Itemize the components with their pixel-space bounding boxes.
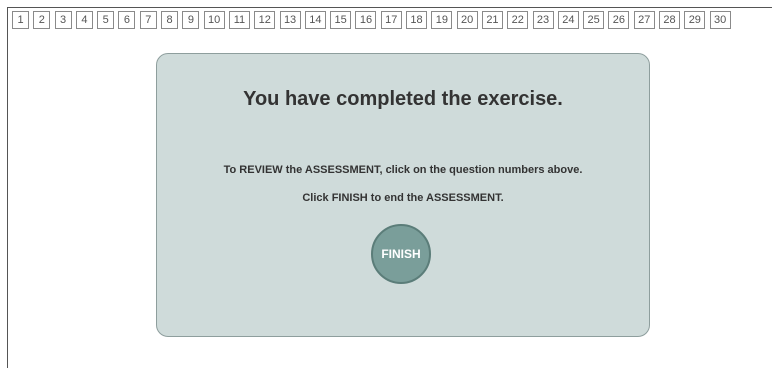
question-number-button[interactable]: 23 <box>532 11 554 29</box>
question-number-button[interactable]: 1 <box>12 11 29 29</box>
question-number-button[interactable]: 8 <box>161 11 179 29</box>
question-navigation: 1 2 3 4 5 6 7 8 9 10 11 12 13 14 15 16 17 18 19 20 21 22 23 24 2… <box>12 11 772 33</box>
question-number-button[interactable]: 21 <box>481 11 503 29</box>
question-number-button[interactable]: 13 <box>279 11 301 29</box>
completion-panel: You have completed the exercise. To REVI… <box>156 53 650 337</box>
question-number-button[interactable]: 25 <box>583 11 605 29</box>
question-number-button[interactable]: 14 <box>304 11 326 29</box>
question-number-button[interactable]: 12 <box>254 11 276 29</box>
question-number-list: 1 2 3 4 5 6 7 8 9 10 11 12 13 14 15 16 17 18 19 20 21 22 23 24 2… <box>12 11 772 29</box>
question-number-button[interactable]: 7 <box>139 11 157 29</box>
question-number-button[interactable]: 10 <box>203 11 225 29</box>
review-instruction: To REVIEW the ASSESSMENT, click on the q… <box>223 164 583 176</box>
question-number-button[interactable]: 3 <box>54 11 72 29</box>
question-number-button[interactable]: 28 <box>659 11 681 29</box>
question-number-button[interactable]: 29 <box>684 11 706 29</box>
question-number-button[interactable]: 20 <box>456 11 478 29</box>
question-number-button[interactable]: 15 <box>330 11 352 29</box>
question-number-button[interactable]: 9 <box>182 11 200 29</box>
question-number-button[interactable]: 6 <box>118 11 136 29</box>
completion-title: You have completed the exercise. <box>243 88 563 110</box>
question-number-button[interactable]: 2 <box>33 11 51 29</box>
question-number-button[interactable]: 17 <box>380 11 402 29</box>
question-number-button[interactable]: 30 <box>709 11 731 29</box>
finish-button[interactable]: FINISH <box>371 224 431 284</box>
question-number-button[interactable]: 18 <box>406 11 428 29</box>
finish-instruction: Click FINISH to end the ASSESSMENT. <box>302 192 504 204</box>
question-number-button[interactable]: 5 <box>97 11 115 29</box>
question-number-button[interactable]: 11 <box>228 11 250 29</box>
question-number-button[interactable]: 22 <box>507 11 529 29</box>
question-number-button[interactable]: 19 <box>431 11 453 29</box>
question-number-button[interactable]: 26 <box>608 11 630 29</box>
question-number-button[interactable]: 24 <box>557 11 579 29</box>
question-number-button[interactable]: 27 <box>633 11 655 29</box>
question-number-button[interactable]: 4 <box>75 11 93 29</box>
question-number-button[interactable]: 16 <box>355 11 377 29</box>
